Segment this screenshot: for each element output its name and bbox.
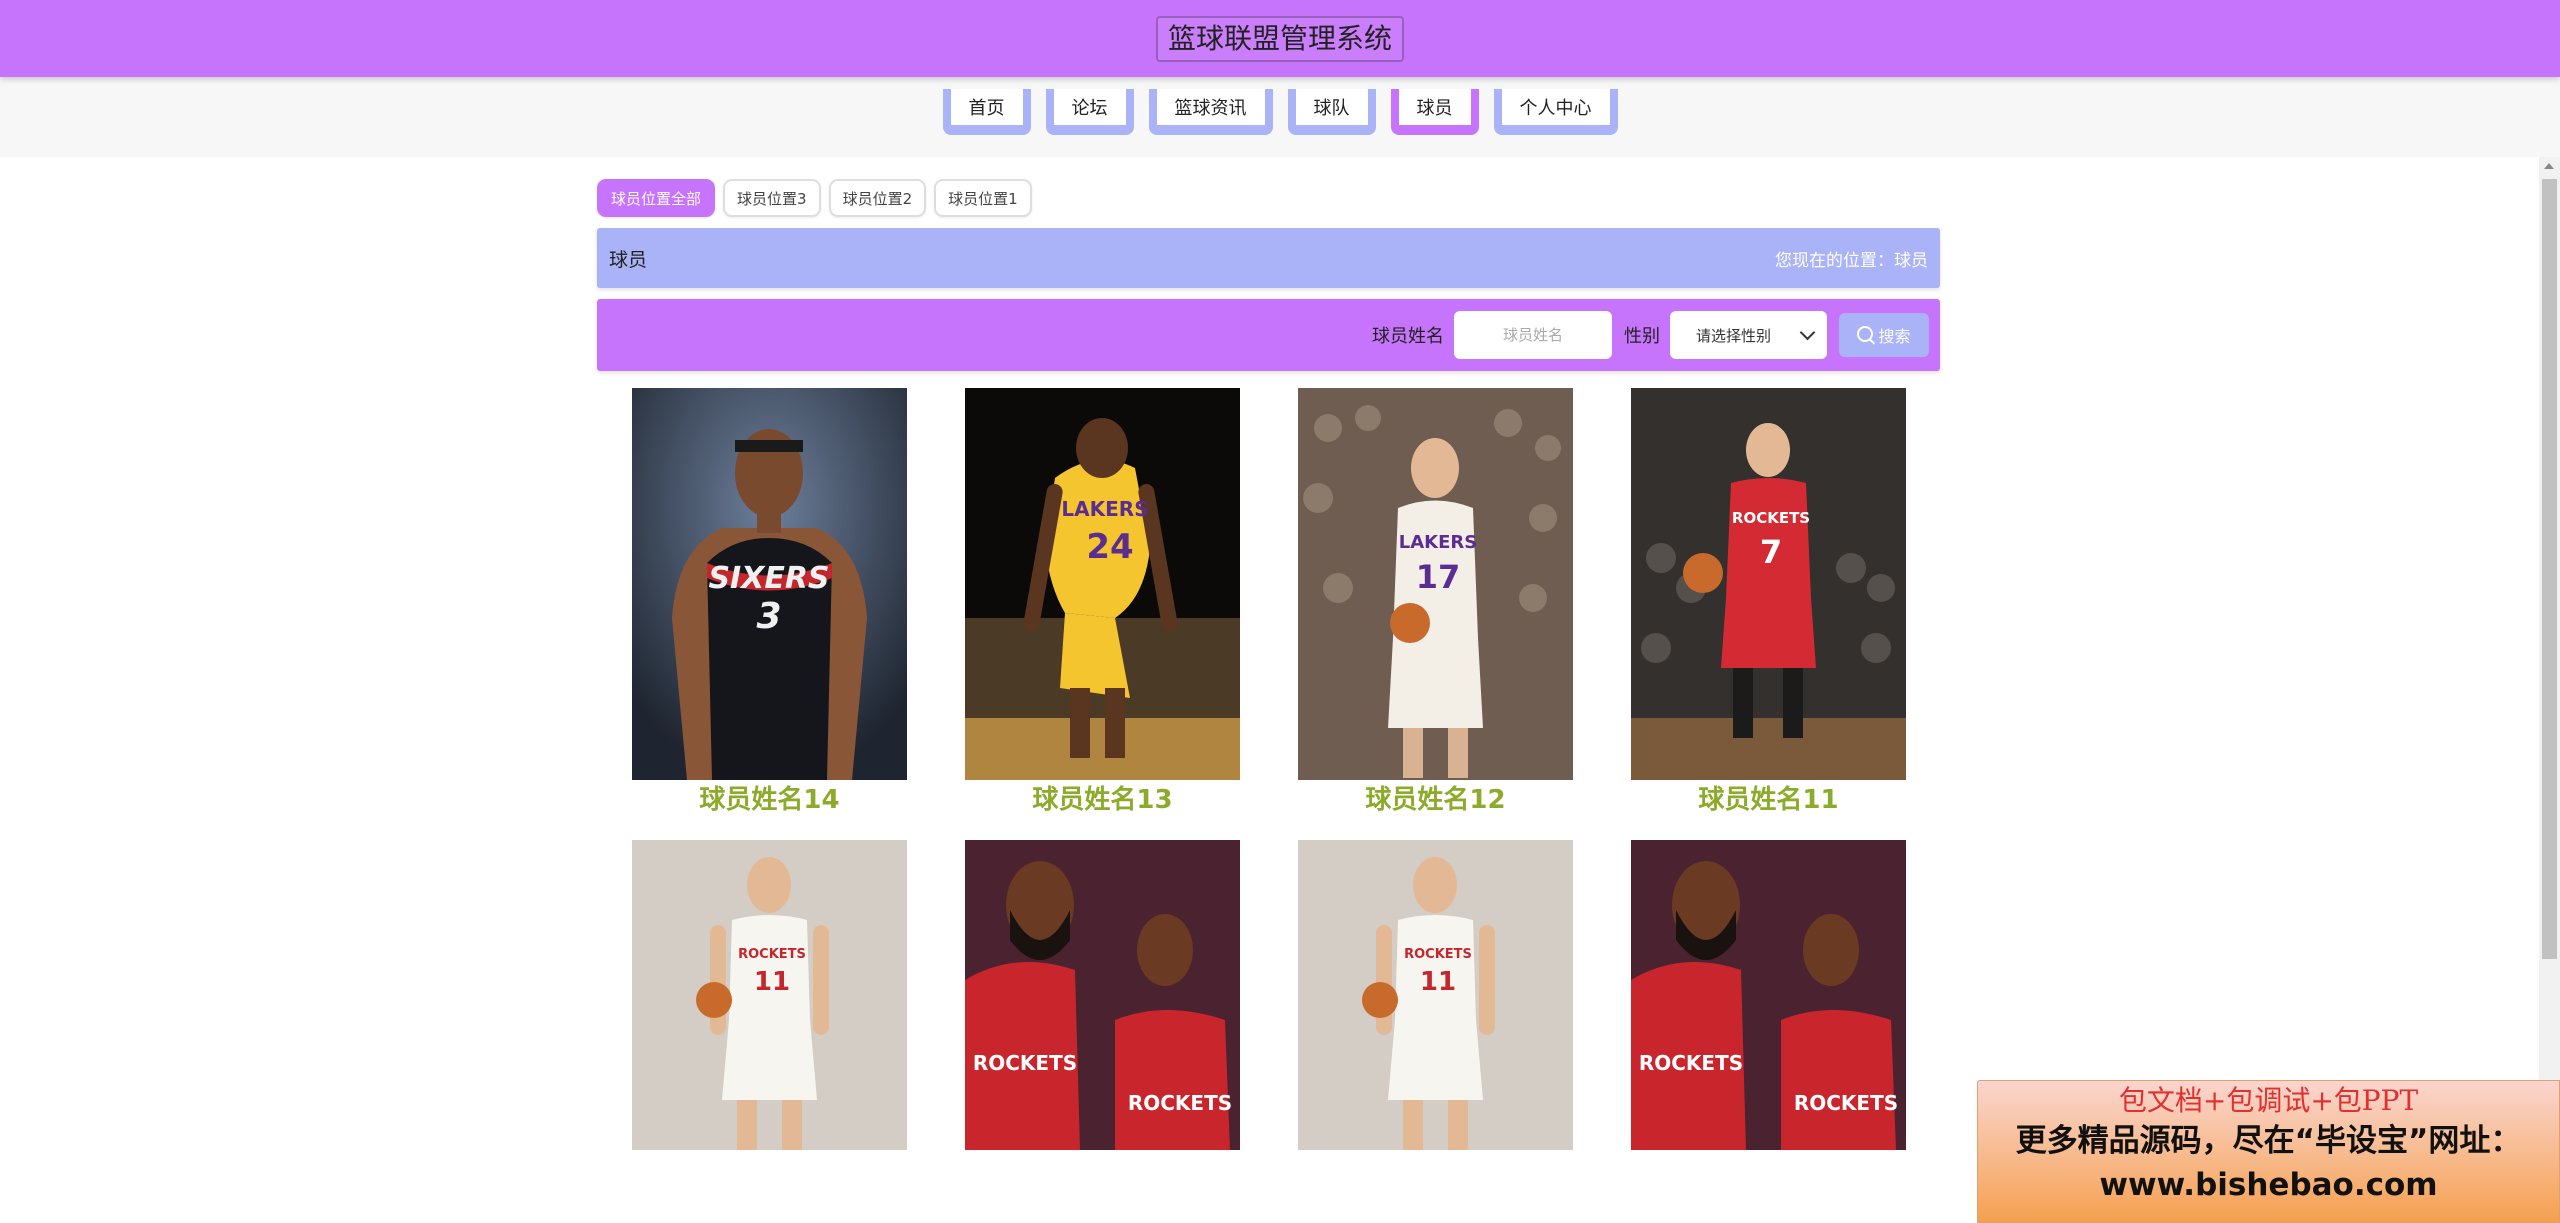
app-title: 篮球联盟管理系统 <box>1155 15 1404 62</box>
nav-profile[interactable]: 个人中心 <box>1493 89 1618 135</box>
filter-position-3[interactable]: 球员位置3 <box>723 179 821 217</box>
current-location: 您现在的位置：球员 <box>1775 250 1928 271</box>
svg-text:ROCKETS: ROCKETS <box>1732 509 1810 527</box>
scrollbar-thumb[interactable] <box>2542 179 2557 959</box>
chevron-down-icon <box>1799 324 1816 341</box>
nav-forum[interactable]: 论坛 <box>1045 89 1134 135</box>
svg-text:LAKERS: LAKERS <box>1399 532 1477 553</box>
player-photo-graphic: ROCKETS 11 <box>1298 840 1573 1150</box>
nav-news-label: 篮球资讯 <box>1156 89 1265 125</box>
svg-text:ROCKETS: ROCKETS <box>1128 1091 1232 1115</box>
search-bar: 球员姓名 性别 请选择性别 搜索 <box>597 299 1940 371</box>
main-content: 球员位置全部 球员位置3 球员位置2 球员位置1 球员 您现在的位置：球员 球员… <box>597 157 1940 1186</box>
nav-teams[interactable]: 球队 <box>1287 89 1376 135</box>
svg-text:ROCKETS: ROCKETS <box>1794 1091 1898 1115</box>
player-photo[interactable]: ROCKETS ROCKETS <box>1631 840 1906 1150</box>
search-button-label: 搜索 <box>1878 327 1911 346</box>
svg-text:11: 11 <box>754 967 790 997</box>
gender-select[interactable]: 请选择性别 <box>1670 311 1827 359</box>
player-photo-graphic: ROCKETS 7 <box>1631 388 1906 780</box>
svg-text:24: 24 <box>1086 527 1133 567</box>
main-nav: 首页 论坛 篮球资讯 球队 球员 个人中心 <box>0 77 2560 157</box>
search-button[interactable]: 搜索 <box>1839 313 1929 357</box>
player-photo[interactable]: ROCKETS 7 <box>1631 388 1906 780</box>
svg-text:7: 7 <box>1760 533 1782 571</box>
player-card[interactable]: LAKERS 17 球员姓名12 <box>1298 388 1573 816</box>
player-card[interactable]: ROCKETS ROCKETS <box>1631 840 1906 1186</box>
filter-position-2[interactable]: 球员位置2 <box>828 179 927 217</box>
gender-label: 性别 <box>1624 326 1660 347</box>
nav-forum-label: 论坛 <box>1053 89 1126 125</box>
breadcrumb: 球员 您现在的位置：球员 <box>597 228 1940 288</box>
gender-select-value: 请选择性别 <box>1696 326 1772 345</box>
ad-line-2: 更多精品源码，尽在“毕设宝”网址： <box>2015 1123 2522 1159</box>
nav-home[interactable]: 首页 <box>942 89 1031 135</box>
player-card[interactable]: ROCKETS 7 球员姓名11 <box>1631 388 1906 816</box>
svg-text:3: 3 <box>756 596 781 637</box>
svg-text:ROCKETS: ROCKETS <box>1404 947 1472 962</box>
player-card[interactable]: SIXERS 3 球员姓名14 <box>632 388 907 816</box>
player-photo-graphic: ROCKETS ROCKETS <box>965 840 1240 1150</box>
player-photo[interactable]: 24 LAKERS <box>965 388 1240 780</box>
svg-text:ROCKETS: ROCKETS <box>1639 1051 1743 1075</box>
ad-banner[interactable]: 包文档+包调试+包PPT 更多精品源码，尽在“毕设宝”网址： www.bishe… <box>1977 1080 2560 1223</box>
svg-text:SIXERS: SIXERS <box>708 561 829 596</box>
svg-text:ROCKETS: ROCKETS <box>973 1051 1077 1075</box>
nav-news[interactable]: 篮球资讯 <box>1148 89 1273 135</box>
player-name[interactable]: 球员姓名11 <box>1698 784 1838 816</box>
player-name[interactable]: 球员姓名12 <box>1365 784 1505 816</box>
player-card[interactable]: ROCKETS 11 <box>632 840 907 1186</box>
player-photo-graphic: 24 LAKERS <box>965 388 1240 780</box>
player-photo-graphic: ROCKETS ROCKETS <box>1631 840 1906 1150</box>
player-name[interactable]: 球员姓名13 <box>1032 784 1172 816</box>
filter-position-1[interactable]: 球员位置1 <box>934 179 1032 217</box>
player-photo[interactable]: ROCKETS 11 <box>632 840 907 1150</box>
svg-text:11: 11 <box>1420 967 1456 997</box>
player-photo[interactable]: SIXERS 3 <box>632 388 907 780</box>
player-photo-graphic: ROCKETS 11 <box>632 840 907 1150</box>
search-icon <box>1857 325 1874 342</box>
filter-position-all[interactable]: 球员位置全部 <box>597 179 716 217</box>
ad-url[interactable]: www.bishebao.com <box>2099 1163 2437 1207</box>
player-photo-graphic: SIXERS 3 <box>632 388 907 780</box>
player-card[interactable]: ROCKETS ROCKETS <box>965 840 1240 1186</box>
player-photo[interactable]: ROCKETS 11 <box>1298 840 1573 1150</box>
player-photo[interactable]: ROCKETS ROCKETS <box>965 840 1240 1150</box>
player-card[interactable]: ROCKETS 11 <box>1298 840 1573 1186</box>
position-filter: 球员位置全部 球员位置3 球员位置2 球员位置1 <box>597 179 1940 217</box>
player-name-label: 球员姓名 <box>1372 326 1444 347</box>
nav-players[interactable]: 球员 <box>1390 89 1479 135</box>
ad-line-1: 包文档+包调试+包PPT <box>2118 1084 2419 1117</box>
player-card[interactable]: 24 LAKERS 球员姓名13 <box>965 388 1240 816</box>
page-title: 球员 <box>609 248 648 271</box>
app-header: 篮球联盟管理系统 <box>0 0 2560 77</box>
nav-teams-label: 球队 <box>1295 89 1368 125</box>
player-photo[interactable]: LAKERS 17 <box>1298 388 1573 780</box>
svg-text:LAKERS: LAKERS <box>1061 497 1148 521</box>
player-name-input[interactable] <box>1454 311 1612 359</box>
player-photo-graphic: LAKERS 17 <box>1298 388 1573 780</box>
player-grid: SIXERS 3 球员姓名14 24 LAKERS 球员姓名13 LAKERS … <box>597 388 1940 1186</box>
svg-text:ROCKETS: ROCKETS <box>738 947 806 962</box>
player-name[interactable]: 球员姓名14 <box>699 784 839 816</box>
svg-text:17: 17 <box>1416 558 1461 596</box>
nav-players-label: 球员 <box>1398 89 1471 125</box>
nav-profile-label: 个人中心 <box>1501 89 1610 125</box>
page-scrollbar[interactable] <box>2539 157 2560 1080</box>
nav-home-label: 首页 <box>950 89 1023 125</box>
scroll-up-arrow-icon[interactable] <box>2544 163 2554 169</box>
